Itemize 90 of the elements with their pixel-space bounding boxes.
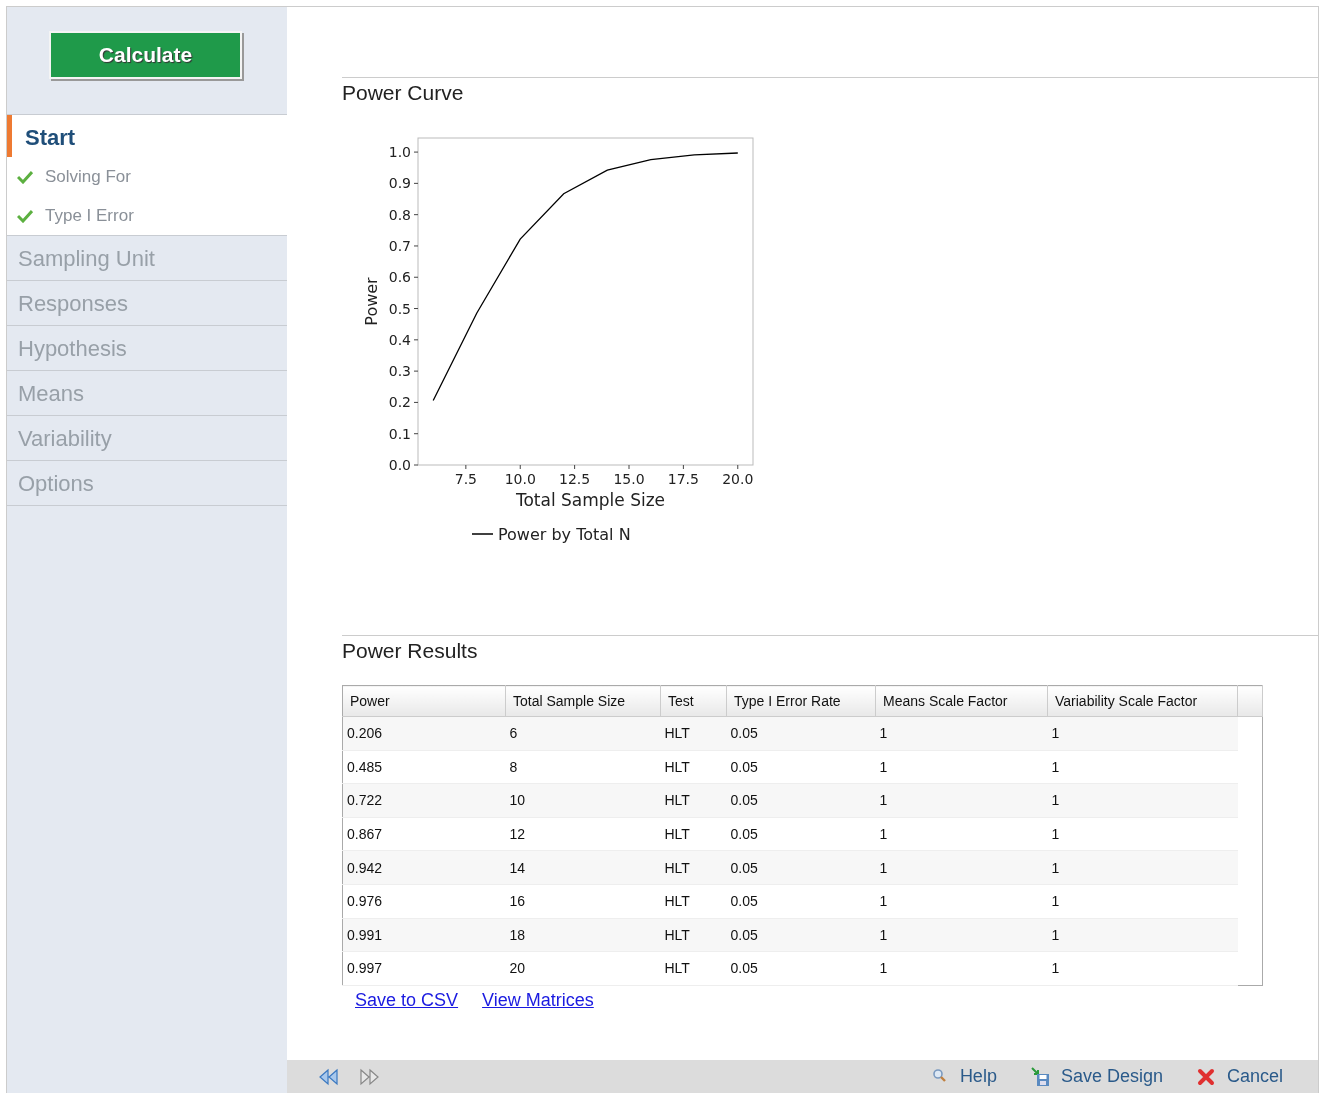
- table-cell: 0.206: [347, 725, 383, 742]
- table-cell: 1: [1051, 960, 1060, 977]
- y-tick-label: 0.7: [388, 237, 411, 254]
- x-tick-label: 15.0: [613, 471, 645, 487]
- table-cell: 0.05: [730, 926, 758, 943]
- table-cell: 14: [509, 859, 526, 876]
- table-cell: 1: [1051, 926, 1060, 943]
- link[interactable]: View Matrices: [482, 989, 594, 1011]
- table-cell: 10: [509, 792, 526, 809]
- legend-label: Power by Total N: [498, 525, 631, 544]
- footer-button[interactable]: Save Design: [1025, 1066, 1168, 1087]
- y-tick-label: 0.5: [388, 300, 411, 317]
- table-cell: 0.05: [730, 758, 758, 775]
- x-tick-label: 12.5: [559, 471, 591, 487]
- table-cell: 18: [509, 926, 526, 943]
- table-cell: 1: [879, 893, 888, 910]
- column-header[interactable]: Variability Scale Factor: [1047, 685, 1238, 717]
- calculate-button[interactable]: Calculate: [49, 30, 242, 79]
- table-cell: 0.976: [347, 893, 383, 910]
- table-cell: 0.05: [730, 792, 758, 809]
- y-tick-label: 0.4: [388, 331, 411, 348]
- table-cell: 0.991: [347, 926, 383, 943]
- table-cell: 1: [879, 725, 888, 742]
- table-cell: 0.867: [347, 826, 383, 843]
- y-tick-label: 0.0: [388, 457, 411, 473]
- table-cell: 20: [509, 960, 526, 977]
- table-cell: 1: [1051, 792, 1060, 809]
- table-cell: 1: [879, 926, 888, 943]
- table-cell: 0.942: [347, 859, 383, 876]
- column-header[interactable]: Means Scale Factor: [875, 685, 1048, 717]
- table-cell: 0.05: [730, 960, 758, 977]
- column-header[interactable]: Type I Error Rate: [726, 685, 876, 717]
- y-tick-label: 0.8: [388, 206, 411, 223]
- section-title: Power Results: [342, 639, 478, 662]
- section-title: Power Curve: [342, 81, 464, 104]
- table-cell: 0.05: [730, 826, 758, 843]
- table-cell: HLT: [664, 893, 690, 910]
- table-cell: 1: [879, 792, 888, 809]
- table-cell: HLT: [664, 926, 690, 943]
- table-cell: 1: [879, 826, 888, 843]
- footer-button[interactable]: Help: [924, 1066, 1002, 1087]
- column-header[interactable]: Total Sample Size: [505, 685, 661, 717]
- y-tick-label: 0.3: [388, 363, 411, 380]
- table-cell: HLT: [664, 826, 690, 843]
- sidebar-step[interactable]: Type I Error: [45, 205, 134, 226]
- table-cell: HLT: [664, 960, 690, 977]
- x-tick-label: 7.5: [454, 471, 477, 487]
- x-tick-label: 10.0: [504, 471, 536, 487]
- table-cell: 0.997: [347, 960, 383, 977]
- column-header[interactable]: Test: [660, 685, 727, 717]
- y-axis-label: Power: [362, 277, 381, 326]
- y-tick-label: 0.6: [388, 269, 411, 286]
- y-tick-label: 0.2: [388, 394, 411, 411]
- table-cell: 0.05: [730, 859, 758, 876]
- table-cell: HLT: [664, 859, 690, 876]
- table-cell: 6: [509, 725, 518, 742]
- table-cell: 12: [509, 826, 526, 843]
- table-cell: 1: [1051, 826, 1060, 843]
- table-cell: 0.485: [347, 758, 383, 775]
- sidebar-item[interactable]: Start: [7, 115, 287, 157]
- footer-button[interactable]: Cancel: [1191, 1066, 1288, 1087]
- table-cell: 0.05: [730, 725, 758, 742]
- table-cell: 16: [509, 893, 526, 910]
- x-tick-label: 17.5: [667, 471, 699, 487]
- table-cell: 8: [509, 758, 518, 775]
- table-cell: 1: [1051, 893, 1060, 910]
- y-tick-label: 0.1: [388, 425, 411, 442]
- fast-forward-icon[interactable]: [359, 1067, 381, 1086]
- table-cell: HLT: [664, 725, 690, 742]
- y-tick-label: 0.9: [388, 175, 411, 192]
- table-cell: 1: [879, 859, 888, 876]
- table-cell: 1: [1051, 859, 1060, 876]
- x-axis-label: Total Sample Size: [515, 490, 666, 510]
- table-cell: 0.05: [730, 893, 758, 910]
- table-cell: 1: [1051, 725, 1060, 742]
- table-cell: 1: [879, 960, 888, 977]
- link[interactable]: Save to CSV: [355, 989, 459, 1011]
- rewind-icon[interactable]: [317, 1067, 339, 1086]
- x-tick-label: 20.0: [722, 471, 754, 487]
- y-tick-label: 1.0: [388, 144, 411, 161]
- column-header[interactable]: Power: [342, 685, 506, 717]
- table-cell: 1: [1051, 758, 1060, 775]
- table-cell: HLT: [664, 758, 690, 775]
- close-icon: [1196, 1066, 1217, 1087]
- table-cell: HLT: [664, 792, 690, 809]
- save-icon: [1030, 1066, 1051, 1087]
- table-cell: 1: [879, 758, 888, 775]
- sidebar-step[interactable]: Solving For: [45, 166, 131, 187]
- legend-line-icon: [471, 533, 494, 535]
- table-cell: 0.722: [347, 792, 383, 809]
